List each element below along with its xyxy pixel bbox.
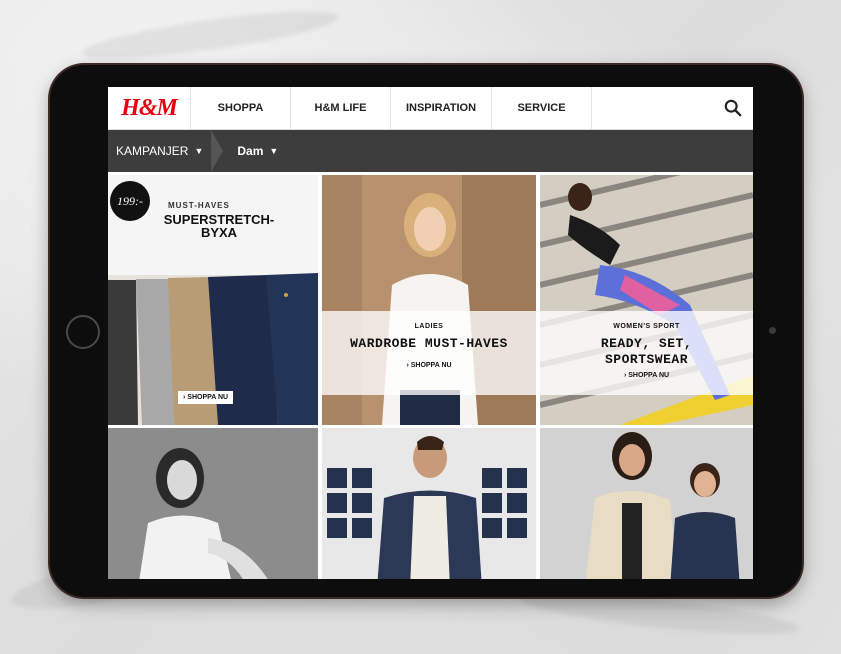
nav-item-hm-life[interactable]: H&M LIFE bbox=[290, 87, 390, 129]
promo-subtitle: LADIES bbox=[414, 323, 444, 330]
tile-man-portrait[interactable] bbox=[322, 428, 536, 579]
chevron-down-icon: ▼ bbox=[194, 146, 204, 156]
promo-card: LADIES WARDROBE MUST-HAVES › SHOPPA NU bbox=[322, 311, 536, 395]
screen: H&M SHOPPA H&M LIFE INSPIRATION SERVICE … bbox=[108, 87, 753, 579]
promo-card: WOMEN'S SPORT READY, SET, SPORTSWEAR › S… bbox=[540, 311, 753, 395]
breadcrumb-kampanjer[interactable]: KAMPANJER ▼ bbox=[108, 130, 224, 172]
camera-icon bbox=[769, 327, 776, 334]
tablet-device: H&M SHOPPA H&M LIFE INSPIRATION SERVICE … bbox=[50, 65, 802, 597]
home-button[interactable] bbox=[66, 315, 100, 349]
content-grid: 199:- MUST-HAVES SUPERSTRETCH- BYXA › SH… bbox=[108, 172, 753, 579]
tile-woman-portrait[interactable] bbox=[108, 428, 318, 579]
tile-title: SUPERSTRETCH- BYXA bbox=[144, 213, 294, 239]
tile-wardrobe-must-haves[interactable]: LADIES WARDROBE MUST-HAVES › SHOPPA NU bbox=[322, 175, 536, 425]
breadcrumb-label: KAMPANJER bbox=[116, 144, 189, 158]
nav-item-service[interactable]: SERVICE bbox=[491, 87, 591, 129]
search-icon bbox=[724, 99, 742, 117]
tile-kids[interactable] bbox=[540, 428, 753, 579]
breadcrumb-label: Dam bbox=[237, 144, 264, 158]
search-button[interactable] bbox=[713, 87, 753, 129]
promo-title: READY, SET, SPORTSWEAR bbox=[540, 336, 753, 368]
woman-image bbox=[108, 428, 318, 579]
promo-subtitle: WOMEN'S SPORT bbox=[613, 323, 680, 330]
shop-now-button[interactable]: › SHOPPA NU bbox=[178, 391, 234, 404]
nav-spacer bbox=[591, 87, 713, 129]
tile-subtitle: MUST-HAVES bbox=[168, 201, 230, 210]
tile-sportswear[interactable]: WOMEN'S SPORT READY, SET, SPORTSWEAR › S… bbox=[540, 175, 753, 425]
top-navigation: H&M SHOPPA H&M LIFE INSPIRATION SERVICE bbox=[108, 87, 753, 130]
marble-texture bbox=[79, 2, 341, 68]
promo-title-line: SPORTSWEAR bbox=[604, 352, 688, 367]
kids-image bbox=[540, 428, 753, 579]
chevron-down-icon: ▼ bbox=[269, 146, 279, 156]
promo-title-line: READY, SET, bbox=[600, 336, 693, 351]
sub-navigation: KAMPANJER ▼ Dam ▼ bbox=[108, 130, 753, 172]
shop-now-link[interactable]: › SHOPPA NU bbox=[322, 362, 536, 369]
shop-now-link[interactable]: › SHOPPA NU bbox=[540, 372, 753, 379]
nav-item-inspiration[interactable]: INSPIRATION bbox=[390, 87, 491, 129]
breadcrumb-dam[interactable]: Dam ▼ bbox=[223, 130, 288, 172]
hm-logo[interactable]: H&M bbox=[108, 87, 190, 129]
tile-superstretch[interactable]: 199:- MUST-HAVES SUPERSTRETCH- BYXA › SH… bbox=[108, 175, 318, 425]
man-image bbox=[322, 428, 536, 579]
nav-item-shoppa[interactable]: SHOPPA bbox=[190, 87, 290, 129]
promo-title: WARDROBE MUST-HAVES bbox=[350, 336, 508, 351]
tile-title-line: BYXA bbox=[200, 225, 238, 240]
